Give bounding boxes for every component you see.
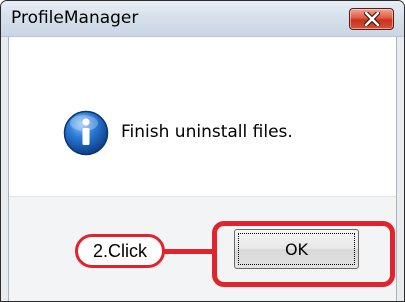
callout-connector (161, 249, 214, 254)
step-callout: 2.Click (75, 234, 165, 268)
message-area: Finish uninstall files. (9, 37, 396, 197)
message-text: Finish uninstall files. (121, 122, 293, 142)
title-bar[interactable]: ProfileManager (1, 1, 404, 37)
close-button[interactable] (349, 8, 394, 30)
window-title: ProfileManager (11, 8, 139, 28)
message-dialog: ProfileManager Finish uninstall files. O… (0, 0, 405, 302)
highlight-box (212, 221, 395, 287)
information-icon (63, 110, 109, 156)
close-x-icon (364, 12, 380, 26)
